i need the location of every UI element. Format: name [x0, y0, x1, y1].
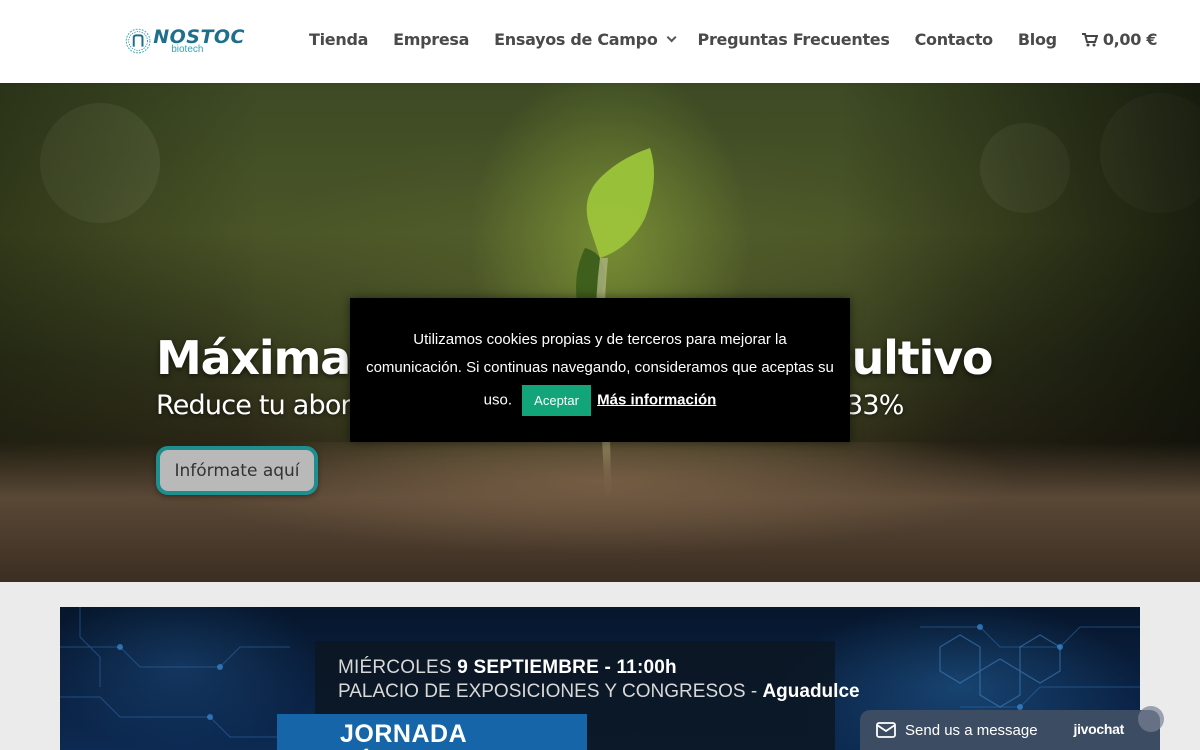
- cookie-text-line2: comunicación. Si continuas navegando, co…: [366, 359, 834, 376]
- nav-item-blog[interactable]: Blog: [1018, 30, 1057, 49]
- event-date-time: 9 SEPTIEMBRE - 11:00h: [457, 657, 677, 678]
- nav-label: Contacto: [914, 30, 994, 49]
- cart-amount: 0,00 €: [1102, 30, 1158, 49]
- event-location: PALACIO DE EXPOSICIONES Y CONGRESOS - Ag…: [338, 681, 860, 703]
- cookie-notice: Utilizamos cookies propias y de terceros…: [350, 298, 850, 442]
- cookie-accept-button[interactable]: Aceptar: [522, 385, 591, 416]
- nav-label: Blog: [1017, 30, 1057, 49]
- cookie-text-line3: uso.: [483, 391, 512, 409]
- nav-item-contacto[interactable]: Contacto: [914, 30, 994, 49]
- informate-button[interactable]: Infórmate aquí: [156, 446, 318, 495]
- cookie-more-info-link[interactable]: Más información: [597, 391, 716, 408]
- event-location-venue: PALACIO DE EXPOSICIONES Y CONGRESOS -: [338, 681, 763, 702]
- nostoc-logo[interactable]: NOSTOC biotech: [125, 18, 245, 64]
- chat-avatar: [1138, 706, 1164, 732]
- cookie-text-line1: Utilizamos cookies propias y de terceros…: [413, 331, 787, 348]
- chevron-down-icon: [666, 32, 677, 43]
- nav-item-empresa[interactable]: Empresa: [393, 30, 469, 49]
- event-date-day: MIÉRCOLES: [338, 657, 458, 678]
- event-date: MIÉRCOLES 9 SEPTIEMBRE - 11:00h: [338, 657, 677, 679]
- nav-item-ensayos[interactable]: Ensayos de Campo: [494, 30, 677, 49]
- nav-label: Ensayos de Campo: [494, 30, 658, 49]
- main-nav: Tienda Empresa Ensayos de Campo Pregunta…: [309, 30, 1158, 49]
- event-tag: JORNADA TÉCNICA: [277, 714, 587, 750]
- cookie-actions-row: uso. Aceptar Más información: [360, 385, 840, 416]
- cart-link[interactable]: 0,00 €: [1081, 30, 1158, 49]
- site-header: NOSTOC biotech Tienda Empresa Ensayos de…: [0, 0, 1200, 83]
- nav-label: Preguntas Frecuentes: [697, 30, 890, 49]
- chat-brand: jivochat: [1073, 721, 1124, 737]
- hero-subtitle-end: 33%: [846, 390, 904, 421]
- nav-label: Empresa: [393, 30, 470, 49]
- envelope-icon: [876, 722, 896, 738]
- logo-mark-icon: [125, 28, 151, 54]
- chat-label: Send us a message: [905, 721, 1038, 739]
- cart-icon: [1081, 32, 1098, 46]
- event-tag-label: JORNADA TÉCNICA: [340, 720, 467, 750]
- nav-item-preguntas[interactable]: Preguntas Frecuentes: [698, 30, 890, 49]
- event-location-place: Aguadulce: [762, 681, 860, 702]
- nav-label: Tienda: [309, 30, 369, 49]
- nav-item-tienda[interactable]: Tienda: [309, 30, 368, 49]
- hero-subtitle-start: Reduce tu abona: [156, 390, 373, 421]
- chat-widget[interactable]: Send us a message jivochat: [860, 706, 1164, 750]
